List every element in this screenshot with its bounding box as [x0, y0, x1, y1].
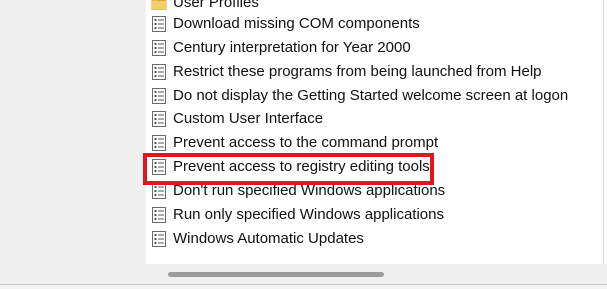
list-item-label: Download missing COM components — [173, 15, 420, 32]
list-item-label: Century interpretation for Year 2000 — [173, 39, 411, 56]
list-item-custom-user-interface[interactable]: Custom User Interface — [146, 107, 601, 131]
list-item-label: Custom User Interface — [173, 110, 324, 127]
policy-list-pane: User Profiles Download missing COM compo… — [146, 0, 607, 264]
policy-setting-icon — [151, 87, 167, 105]
list-item-label: Run only specified Windows applications — [173, 206, 444, 223]
list-item-label: Prevent access to the command prompt — [173, 134, 439, 151]
list-item-label: Windows Automatic Updates — [173, 230, 364, 247]
policy-setting-icon — [151, 230, 167, 248]
policy-setting-icon — [151, 206, 167, 224]
list-item-century-interpretation[interactable]: Century interpretation for Year 2000 — [146, 36, 601, 60]
folder-icon — [151, 0, 167, 12]
policy-setting-icon — [151, 110, 167, 128]
policy-setting-icon — [151, 15, 167, 33]
list-item-prevent-command-prompt[interactable]: Prevent access to the command prompt — [146, 131, 601, 155]
list-item-label: User Profiles — [173, 0, 259, 11]
horizontal-scrollbar[interactable] — [146, 264, 607, 284]
list-item-download-missing-com[interactable]: Download missing COM components — [146, 12, 601, 36]
list-item-run-only-specified-apps[interactable]: Run only specified Windows applications — [146, 203, 601, 227]
highlight-annotation-box — [143, 153, 434, 185]
policy-setting-icon — [151, 39, 167, 57]
horizontal-scrollbar-thumb[interactable] — [168, 272, 384, 277]
list-item-restrict-programs-help[interactable]: Restrict these programs from being launc… — [146, 60, 601, 84]
list-item-windows-automatic-updates[interactable]: Windows Automatic Updates — [146, 227, 601, 251]
policy-setting-icon — [151, 63, 167, 81]
list-item-label: Restrict these programs from being launc… — [173, 63, 542, 80]
list-item-label: Do not display the Getting Started welco… — [173, 87, 569, 104]
policy-setting-icon — [151, 134, 167, 152]
pane-divider — [603, 0, 604, 264]
status-bar — [0, 285, 607, 289]
list-item-getting-started-welcome[interactable]: Do not display the Getting Started welco… — [146, 84, 601, 108]
